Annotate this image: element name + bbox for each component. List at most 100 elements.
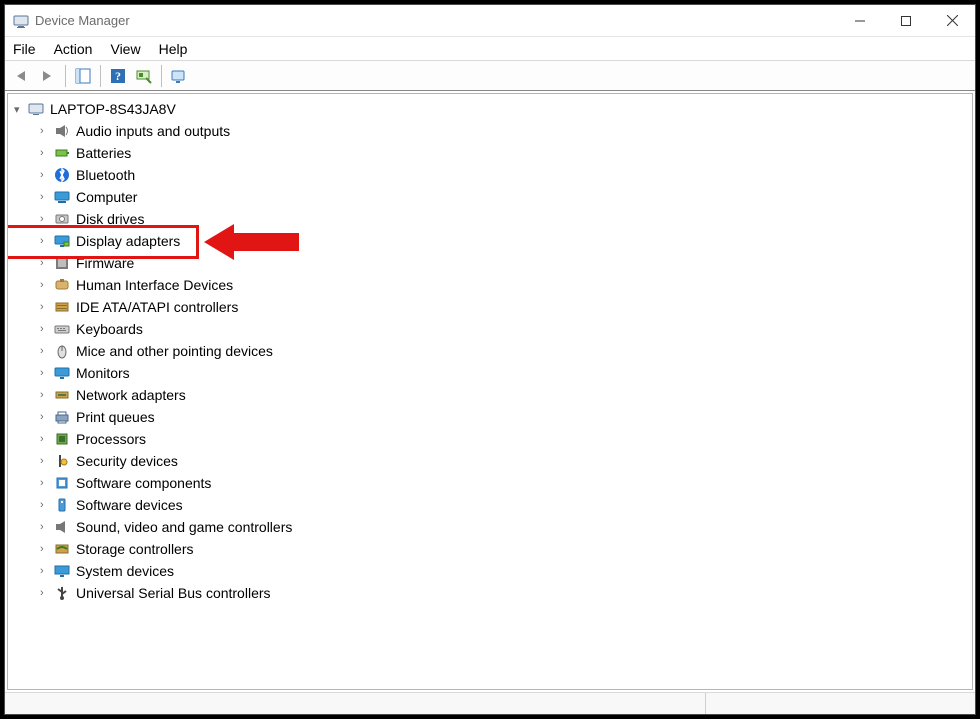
properties-button[interactable] <box>168 65 190 87</box>
tree-item-label: Monitors <box>76 365 130 381</box>
window-controls <box>837 5 975 36</box>
device-tree[interactable]: ▾ LAPTOP-8S43JA8V › Audio inputs and output… <box>8 94 972 689</box>
tree-item-label: Software devices <box>76 497 183 513</box>
client-area: ▾ LAPTOP-8S43JA8V › Audio inputs and output… <box>7 93 973 690</box>
menu-file[interactable]: File <box>13 41 36 57</box>
caret-right-icon: › <box>40 125 54 137</box>
tree-item-keyboard[interactable]: ›Keyboards <box>14 318 966 340</box>
caret-right-icon: › <box>40 521 54 533</box>
caret-right-icon: › <box>40 301 54 313</box>
window-title: Device Manager <box>35 13 130 28</box>
tree-item-display[interactable]: ›Display adapters <box>14 230 966 252</box>
caret-right-icon: › <box>40 565 54 577</box>
tree-item-swcomp[interactable]: ›Software components <box>14 472 966 494</box>
tree-item-label: Audio inputs and outputs <box>76 123 230 139</box>
tree-item-label: IDE ATA/ATAPI controllers <box>76 299 238 315</box>
tree-item-hid[interactable]: ›Human Interface Devices <box>14 274 966 296</box>
tree-item-disk[interactable]: › Disk drives <box>14 208 966 230</box>
minimize-button[interactable] <box>837 5 883 36</box>
caret-right-icon: › <box>40 191 54 203</box>
tree-item-label: Computer <box>76 189 137 205</box>
ide-icon <box>54 299 70 315</box>
back-button[interactable] <box>11 65 33 87</box>
swcomp-icon <box>54 475 70 491</box>
usb-icon <box>54 585 70 601</box>
maximize-button[interactable] <box>883 5 929 36</box>
tree-item-monitor[interactable]: ›Monitors <box>14 362 966 384</box>
caret-down-icon: ▾ <box>14 103 28 116</box>
tree-item-label: Batteries <box>76 145 131 161</box>
caret-right-icon: › <box>40 323 54 335</box>
tree-item-label: System devices <box>76 563 174 579</box>
tree-item-battery[interactable]: › Batteries <box>14 142 966 164</box>
caret-right-icon: › <box>40 345 54 357</box>
tree-item-label: Bluetooth <box>76 167 135 183</box>
tree-item-audio[interactable]: › Audio inputs and outputs <box>14 120 966 142</box>
window-frame: Device Manager File Action View Help <box>4 4 976 715</box>
caret-right-icon: › <box>40 455 54 467</box>
menu-view[interactable]: View <box>110 41 140 57</box>
caret-right-icon: › <box>40 169 54 181</box>
tree-item-label: Processors <box>76 431 146 447</box>
cpu-icon <box>54 431 70 447</box>
tree-item-bluetooth[interactable]: › Bluetooth <box>14 164 966 186</box>
audio-icon <box>54 123 70 139</box>
tree-item-usb[interactable]: ›Universal Serial Bus controllers <box>14 582 966 604</box>
caret-right-icon: › <box>40 543 54 555</box>
close-button[interactable] <box>929 5 975 36</box>
network-icon <box>54 387 70 403</box>
tree-item-label: Firmware <box>76 255 134 271</box>
tree-root[interactable]: ▾ LAPTOP-8S43JA8V <box>14 98 966 120</box>
toolbar: ? <box>5 61 975 91</box>
menu-action[interactable]: Action <box>54 41 93 57</box>
tree-item-swdev[interactable]: › Software devices <box>14 494 966 516</box>
tree-item-mouse[interactable]: ›Mice and other pointing devices <box>14 340 966 362</box>
showhide-tree-button[interactable] <box>72 65 94 87</box>
swdev-icon <box>54 497 70 513</box>
svg-text:?: ? <box>115 69 121 83</box>
tree-root-label: LAPTOP-8S43JA8V <box>50 101 176 117</box>
tree-item-sound[interactable]: › Sound, video and game controllers <box>14 516 966 538</box>
tree-item-system[interactable]: › System devices <box>14 560 966 582</box>
tree-item-storage[interactable]: › Storage controllers <box>14 538 966 560</box>
tree-item-cpu[interactable]: ›Processors <box>14 428 966 450</box>
scan-hardware-button[interactable] <box>133 65 155 87</box>
tree-item-computer[interactable]: › Computer <box>14 186 966 208</box>
mouse-icon <box>54 343 70 359</box>
tree-item-label: Security devices <box>76 453 178 469</box>
security-icon <box>54 453 70 469</box>
caret-right-icon: › <box>40 279 54 291</box>
tree-item-label: Universal Serial Bus controllers <box>76 585 271 601</box>
caret-right-icon: › <box>40 147 54 159</box>
sound-icon <box>54 519 70 535</box>
hid-icon <box>54 277 70 293</box>
tree-item-label: Storage controllers <box>76 541 194 557</box>
tree-item-ide[interactable]: › IDE ATA/ATAPI controllers <box>14 296 966 318</box>
help-button[interactable]: ? <box>107 65 129 87</box>
statusbar-segment <box>705 693 975 714</box>
titlebar: Device Manager <box>5 5 975 37</box>
printer-icon <box>54 409 70 425</box>
tree-item-firmware[interactable]: › Firmware <box>14 252 966 274</box>
caret-right-icon: › <box>40 389 54 401</box>
firmware-icon <box>54 255 70 271</box>
disk-icon <box>54 211 70 227</box>
tree-item-label: Sound, video and game controllers <box>76 519 292 535</box>
keyboard-icon <box>54 321 70 337</box>
bluetooth-icon <box>54 167 70 183</box>
tree-item-printer[interactable]: ›Print queues <box>14 406 966 428</box>
caret-right-icon: › <box>40 213 54 225</box>
forward-button[interactable] <box>37 65 59 87</box>
computer-icon <box>54 189 70 205</box>
tree-item-security[interactable]: › Security devices <box>14 450 966 472</box>
display-icon <box>54 233 70 249</box>
menu-help[interactable]: Help <box>159 41 188 57</box>
toolbar-divider <box>161 65 162 87</box>
statusbar <box>5 692 975 714</box>
caret-right-icon: › <box>40 499 54 511</box>
tree-item-label: Disk drives <box>76 211 144 227</box>
tree-item-label: Print queues <box>76 409 155 425</box>
toolbar-divider <box>100 65 101 87</box>
caret-right-icon: › <box>40 257 54 269</box>
tree-item-network[interactable]: ›Network adapters <box>14 384 966 406</box>
